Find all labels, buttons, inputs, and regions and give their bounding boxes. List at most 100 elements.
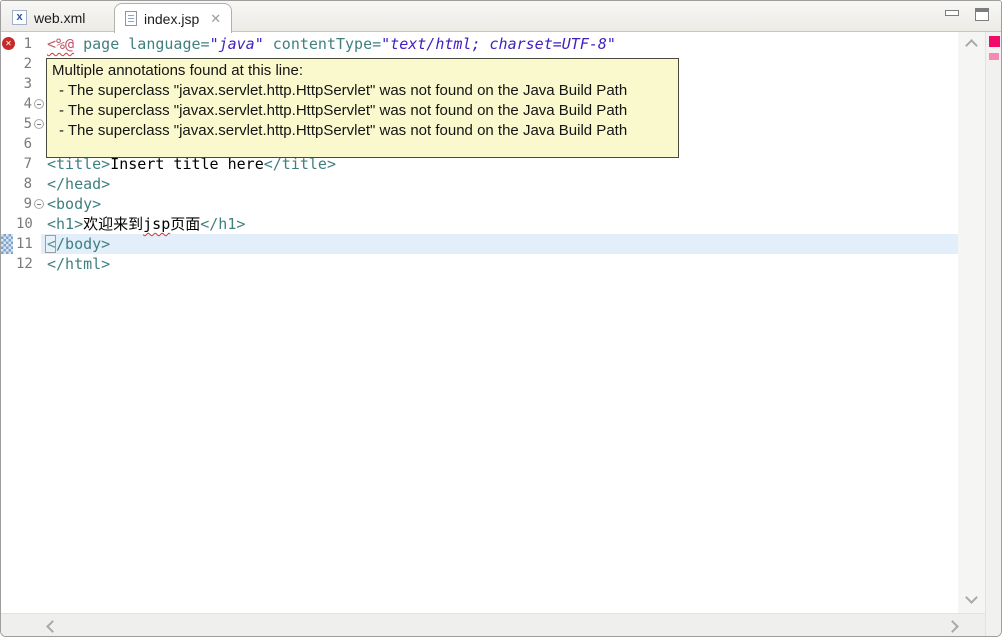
code-segment: "text/html; charset=UTF-8" bbox=[381, 35, 616, 53]
ruler-row[interactable]: 7 bbox=[1, 154, 45, 174]
ruler-row[interactable]: 11 bbox=[1, 234, 45, 254]
code-segment: </html> bbox=[47, 255, 111, 273]
fold-cell bbox=[32, 174, 45, 194]
fold-cell bbox=[32, 54, 45, 74]
tab-label: web.xml bbox=[34, 9, 86, 26]
overview-secondary-marker[interactable] bbox=[989, 53, 999, 60]
line-number: 1 bbox=[23, 36, 32, 52]
ruler-row[interactable]: 3 bbox=[1, 74, 45, 94]
ruler-row[interactable]: 2 bbox=[1, 54, 45, 74]
fold-collapse-icon[interactable] bbox=[33, 99, 44, 109]
code-line[interactable]: <body> bbox=[47, 194, 616, 214]
scroll-right-icon[interactable] bbox=[946, 620, 959, 633]
ruler-row[interactable]: 6 bbox=[1, 134, 45, 154]
fold-cell bbox=[32, 154, 45, 174]
fold-cell bbox=[32, 94, 45, 114]
scroll-left-icon[interactable] bbox=[46, 620, 59, 633]
code-segment: </body> bbox=[47, 235, 111, 253]
ruler-row[interactable]: 5 bbox=[1, 114, 45, 134]
fold-cell bbox=[33, 254, 46, 274]
code-segment: <%@ bbox=[47, 35, 75, 53]
line-number: 2 bbox=[23, 56, 32, 72]
bracket-match-box bbox=[45, 235, 56, 253]
tab-index-jsp[interactable]: index.jsp ✕ bbox=[114, 3, 233, 33]
jsp-file-icon bbox=[125, 11, 137, 26]
marker-cell bbox=[1, 174, 16, 194]
maximize-icon[interactable] bbox=[975, 8, 989, 21]
tooltip-title: Multiple annotations found at this line: bbox=[52, 62, 303, 79]
error-icon[interactable]: ✕ bbox=[2, 37, 15, 50]
marker-cell: ✕ bbox=[1, 34, 16, 54]
code-segment: </head> bbox=[47, 175, 111, 193]
vertical-scrollbar[interactable] bbox=[958, 32, 985, 613]
fold-cell bbox=[32, 114, 45, 134]
marker-cell bbox=[1, 154, 16, 174]
code-segment: <body> bbox=[47, 195, 102, 213]
fold-cell bbox=[33, 214, 46, 234]
line-number: 3 bbox=[23, 76, 32, 92]
line-number: 4 bbox=[23, 96, 32, 112]
tab-label: index.jsp bbox=[144, 10, 200, 27]
line-number: 6 bbox=[23, 136, 32, 152]
annotation-tooltip: Multiple annotations found at this line:… bbox=[46, 58, 679, 158]
code-line[interactable]: </body> bbox=[47, 234, 616, 254]
code-segment: page bbox=[83, 35, 120, 53]
ruler-row[interactable]: 9 bbox=[1, 194, 45, 214]
code-segment: contentType= bbox=[272, 35, 382, 53]
line-number: 9 bbox=[23, 196, 32, 212]
marker-cell bbox=[1, 74, 16, 94]
fold-collapse-icon[interactable] bbox=[33, 199, 44, 209]
close-icon[interactable]: ✕ bbox=[210, 12, 221, 25]
fold-cell bbox=[32, 194, 45, 214]
ruler-row[interactable]: 8 bbox=[1, 174, 45, 194]
editor-window: x web.xml index.jsp ✕ ✕ 1 2 3 4 5 6 7 8 9 10 11 12 <… bbox=[0, 0, 1002, 637]
code-line[interactable]: <h1>欢迎来到jsp页面</h1> bbox=[47, 214, 616, 234]
view-controls bbox=[945, 8, 989, 21]
fold-cell bbox=[32, 74, 45, 94]
marker-cell bbox=[1, 234, 16, 254]
marker-cell bbox=[1, 134, 16, 154]
code-segment: 页面 bbox=[170, 215, 201, 233]
code-line[interactable]: <%@ page language="java" contentType="te… bbox=[47, 34, 616, 54]
marker-cell bbox=[1, 94, 16, 114]
tooltip-item: - The superclass "javax.servlet.http.Htt… bbox=[59, 102, 628, 119]
marker-cell bbox=[1, 214, 16, 234]
tooltip-item: - The superclass "javax.servlet.http.Htt… bbox=[59, 82, 628, 99]
code-segment: <h1> bbox=[47, 215, 84, 233]
ruler-row[interactable]: 4 bbox=[1, 94, 45, 114]
tooltip-item: - The superclass "javax.servlet.http.Htt… bbox=[59, 122, 628, 139]
fold-cell bbox=[32, 134, 45, 154]
code-segment: jsp bbox=[143, 215, 171, 233]
code-line[interactable]: </html> bbox=[47, 254, 616, 274]
xml-file-icon: x bbox=[12, 10, 27, 25]
horizontal-scrollbar[interactable] bbox=[1, 613, 985, 636]
scroll-down-icon[interactable] bbox=[965, 591, 978, 604]
overview-error-marker[interactable] bbox=[989, 36, 1000, 47]
overview-ruler[interactable] bbox=[985, 32, 1001, 636]
line-number: 12 bbox=[16, 256, 33, 272]
code-segment: </h1> bbox=[200, 215, 246, 233]
line-number: 7 bbox=[23, 156, 32, 172]
marker-cell bbox=[1, 54, 16, 74]
code-line[interactable]: </head> bbox=[47, 174, 616, 194]
code-segment: 欢迎来到 bbox=[83, 215, 144, 233]
tab-bar: x web.xml index.jsp ✕ bbox=[1, 1, 1001, 33]
ruler-row[interactable]: 12 bbox=[1, 254, 45, 274]
marker-cell bbox=[1, 194, 16, 214]
scroll-up-icon[interactable] bbox=[965, 39, 978, 52]
line-number: 10 bbox=[16, 216, 33, 232]
editor-area[interactable]: ✕ 1 2 3 4 5 6 7 8 9 10 11 12 <%@ page language="java… bbox=[1, 32, 958, 613]
ruler-row[interactable]: 10 bbox=[1, 214, 45, 234]
fold-cell bbox=[33, 234, 46, 254]
minimize-icon[interactable] bbox=[945, 10, 959, 16]
ruler-row[interactable]: ✕ 1 bbox=[1, 34, 45, 54]
line-number-ruler[interactable]: ✕ 1 2 3 4 5 6 7 8 9 10 11 12 bbox=[1, 34, 45, 274]
occurrence-marker bbox=[1, 234, 13, 254]
fold-collapse-icon[interactable] bbox=[33, 119, 44, 129]
marker-cell bbox=[1, 114, 16, 134]
line-number: 11 bbox=[16, 236, 33, 252]
tab-web-xml[interactable]: x web.xml bbox=[3, 4, 101, 31]
